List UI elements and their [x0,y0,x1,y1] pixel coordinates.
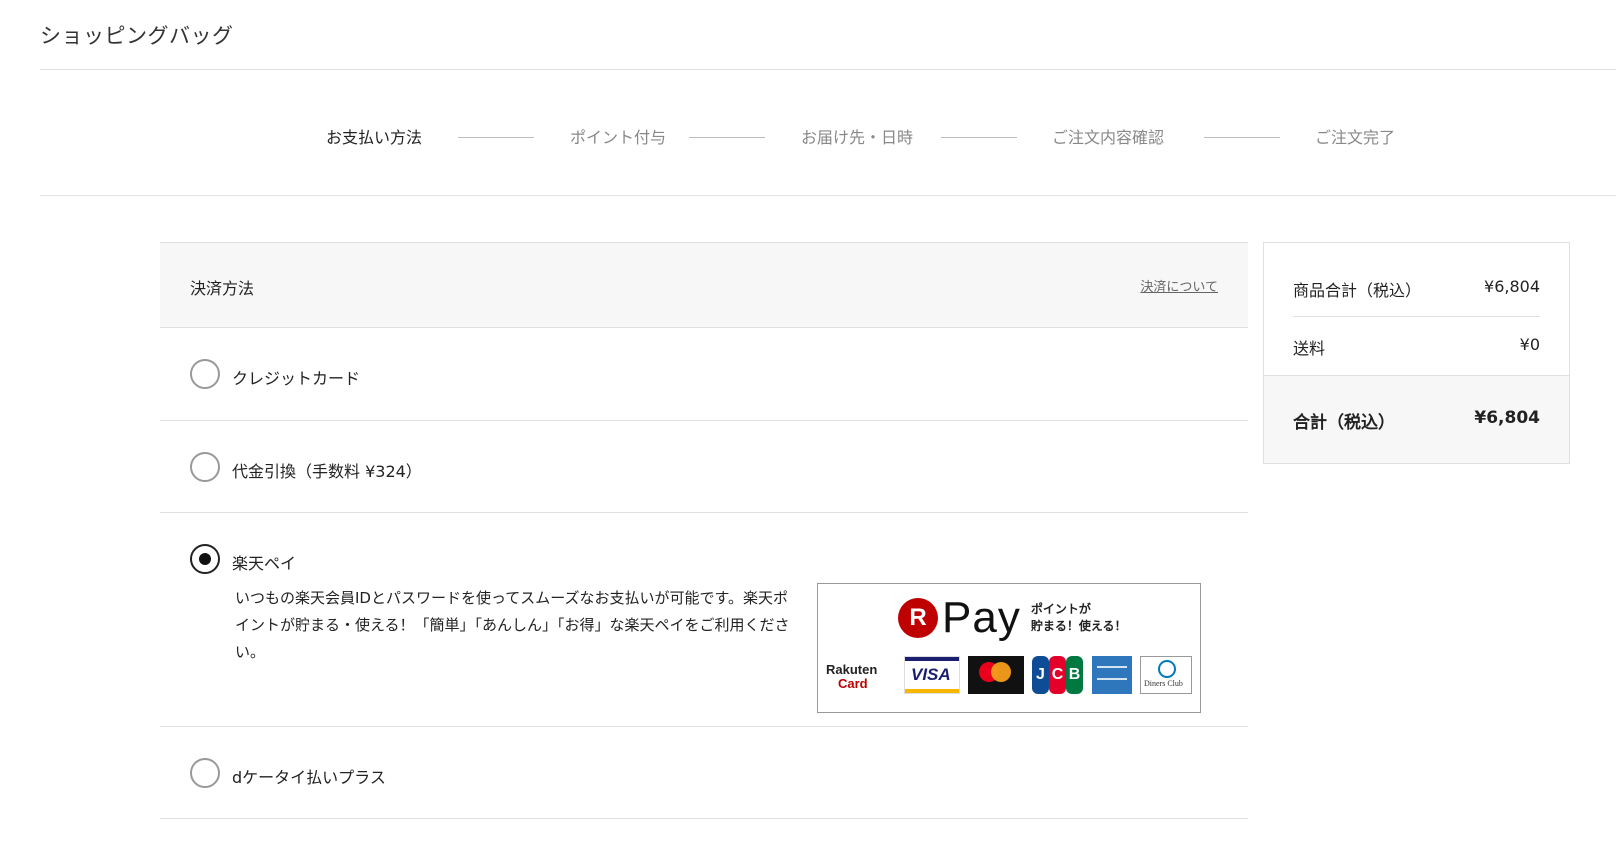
subtotal-value: ¥6,804 [1484,277,1540,296]
option-d-carrier-billing[interactable]: dケータイ払いプラス [160,727,1248,819]
radio-cash-on-delivery[interactable] [190,452,220,482]
payment-section-title: 決済方法 [190,279,255,298]
checkout-steps: お支払い方法 ポイント付与 お届け先・日時 ご注文内容確認 ご注文完了 [0,124,1616,152]
step-delivery: お届け先・日時 [801,128,914,147]
option-label[interactable]: 楽天ペイ [232,550,296,574]
total-label: 合計（税込） [1293,413,1395,433]
card-brands: Rakuten Card VISA J C B Diners Club [826,656,1192,696]
payment-card-header: 決済方法 決済について [160,242,1248,328]
subtotal-label: 商品合計（税込） [1293,281,1422,300]
jcb-letter-b: B [1066,656,1083,694]
jcb-icon: J C B [1032,656,1084,694]
visa-icon: VISA [904,656,960,694]
pay-tagline-line2: 貯まる！使える！ [1030,619,1127,633]
option-label[interactable]: dケータイ払いプラス [232,764,386,788]
steps-divider [40,195,1616,196]
diners-circle [1158,660,1176,678]
order-summary: 商品合計（税込） ¥6,804 送料 ¥0 合計（税込） ¥6,804 [1263,242,1570,464]
summary-divider [1293,316,1540,317]
step-payment-method: お支払い方法 [326,128,423,147]
shipping-value: ¥0 [1519,335,1540,354]
diners-club-icon: Diners Club [1140,656,1192,694]
step-connector [458,137,534,138]
pay-tagline: ポイントが 貯まる！使える！ [1031,601,1127,635]
page-title: ショッピングバッグ [40,24,234,48]
radio-d-carrier-billing[interactable] [190,758,220,788]
mastercard-circle-orange [991,662,1011,682]
rakuten-pay-logo: R Pay ポイントが 貯まる！使える！ [898,594,1126,642]
shipping-label: 送料 [1293,339,1326,358]
payment-method-card: 決済方法 決済について クレジットカード 代金引換（手数料 ¥324） 楽天ペイ… [160,242,1248,819]
radio-credit-card[interactable] [190,359,220,389]
step-confirm: ご注文内容確認 [1052,128,1165,147]
jcb-letter-j: J [1032,656,1049,694]
step-connector [1204,137,1280,138]
visa-stripe-top [905,657,959,661]
option-label[interactable]: クレジットカード [232,365,360,389]
subtotal-row: 商品合計（税込） ¥6,804 [1293,277,1540,301]
visa-stripe-bottom [905,689,959,693]
jcb-letter-c: C [1049,656,1066,694]
rakuten-card-subtext: Card [838,676,868,691]
step-complete: ご注文完了 [1315,128,1396,147]
radio-rakuten-pay[interactable] [190,544,220,574]
option-credit-card[interactable]: クレジットカード [160,328,1248,421]
option-rakuten-pay[interactable]: 楽天ペイ いつもの楽天会員IDとパスワードを使ってスムーズなお支払いが可能です。… [160,513,1248,727]
visa-wordmark: VISA [911,665,951,684]
diners-wordmark: Diners Club [1144,679,1183,688]
rakuten-r-icon: R [898,598,938,638]
rakuten-pay-description: いつもの楽天会員IDとパスワードを使ってスムーズなお支払いが可能です。楽天ポイン… [235,589,790,661]
pay-wordmark: Pay [942,593,1021,642]
pay-tagline-line1: ポイントが [1030,602,1091,616]
step-connector [941,137,1017,138]
step-points: ポイント付与 [570,128,667,147]
rakuten-card-icon: Rakuten Card [826,656,894,694]
total-value: ¥6,804 [1474,408,1540,428]
header-divider [40,69,1616,70]
step-connector [689,137,765,138]
amex-icon [1092,656,1132,694]
rakuten-pay-banner: R Pay ポイントが 貯まる！使える！ Rakuten Card VISA J… [817,583,1201,713]
option-cash-on-delivery[interactable]: 代金引換（手数料 ¥324） [160,421,1248,513]
mastercard-icon [968,656,1024,694]
rakuten-card-text: Rakuten [826,662,878,677]
shipping-row: 送料 ¥0 [1293,335,1540,359]
total-row: 合計（税込） ¥6,804 [1293,408,1540,433]
option-label[interactable]: 代金引換（手数料 ¥324） [232,458,422,482]
about-payment-link[interactable]: 決済について [1140,276,1218,295]
